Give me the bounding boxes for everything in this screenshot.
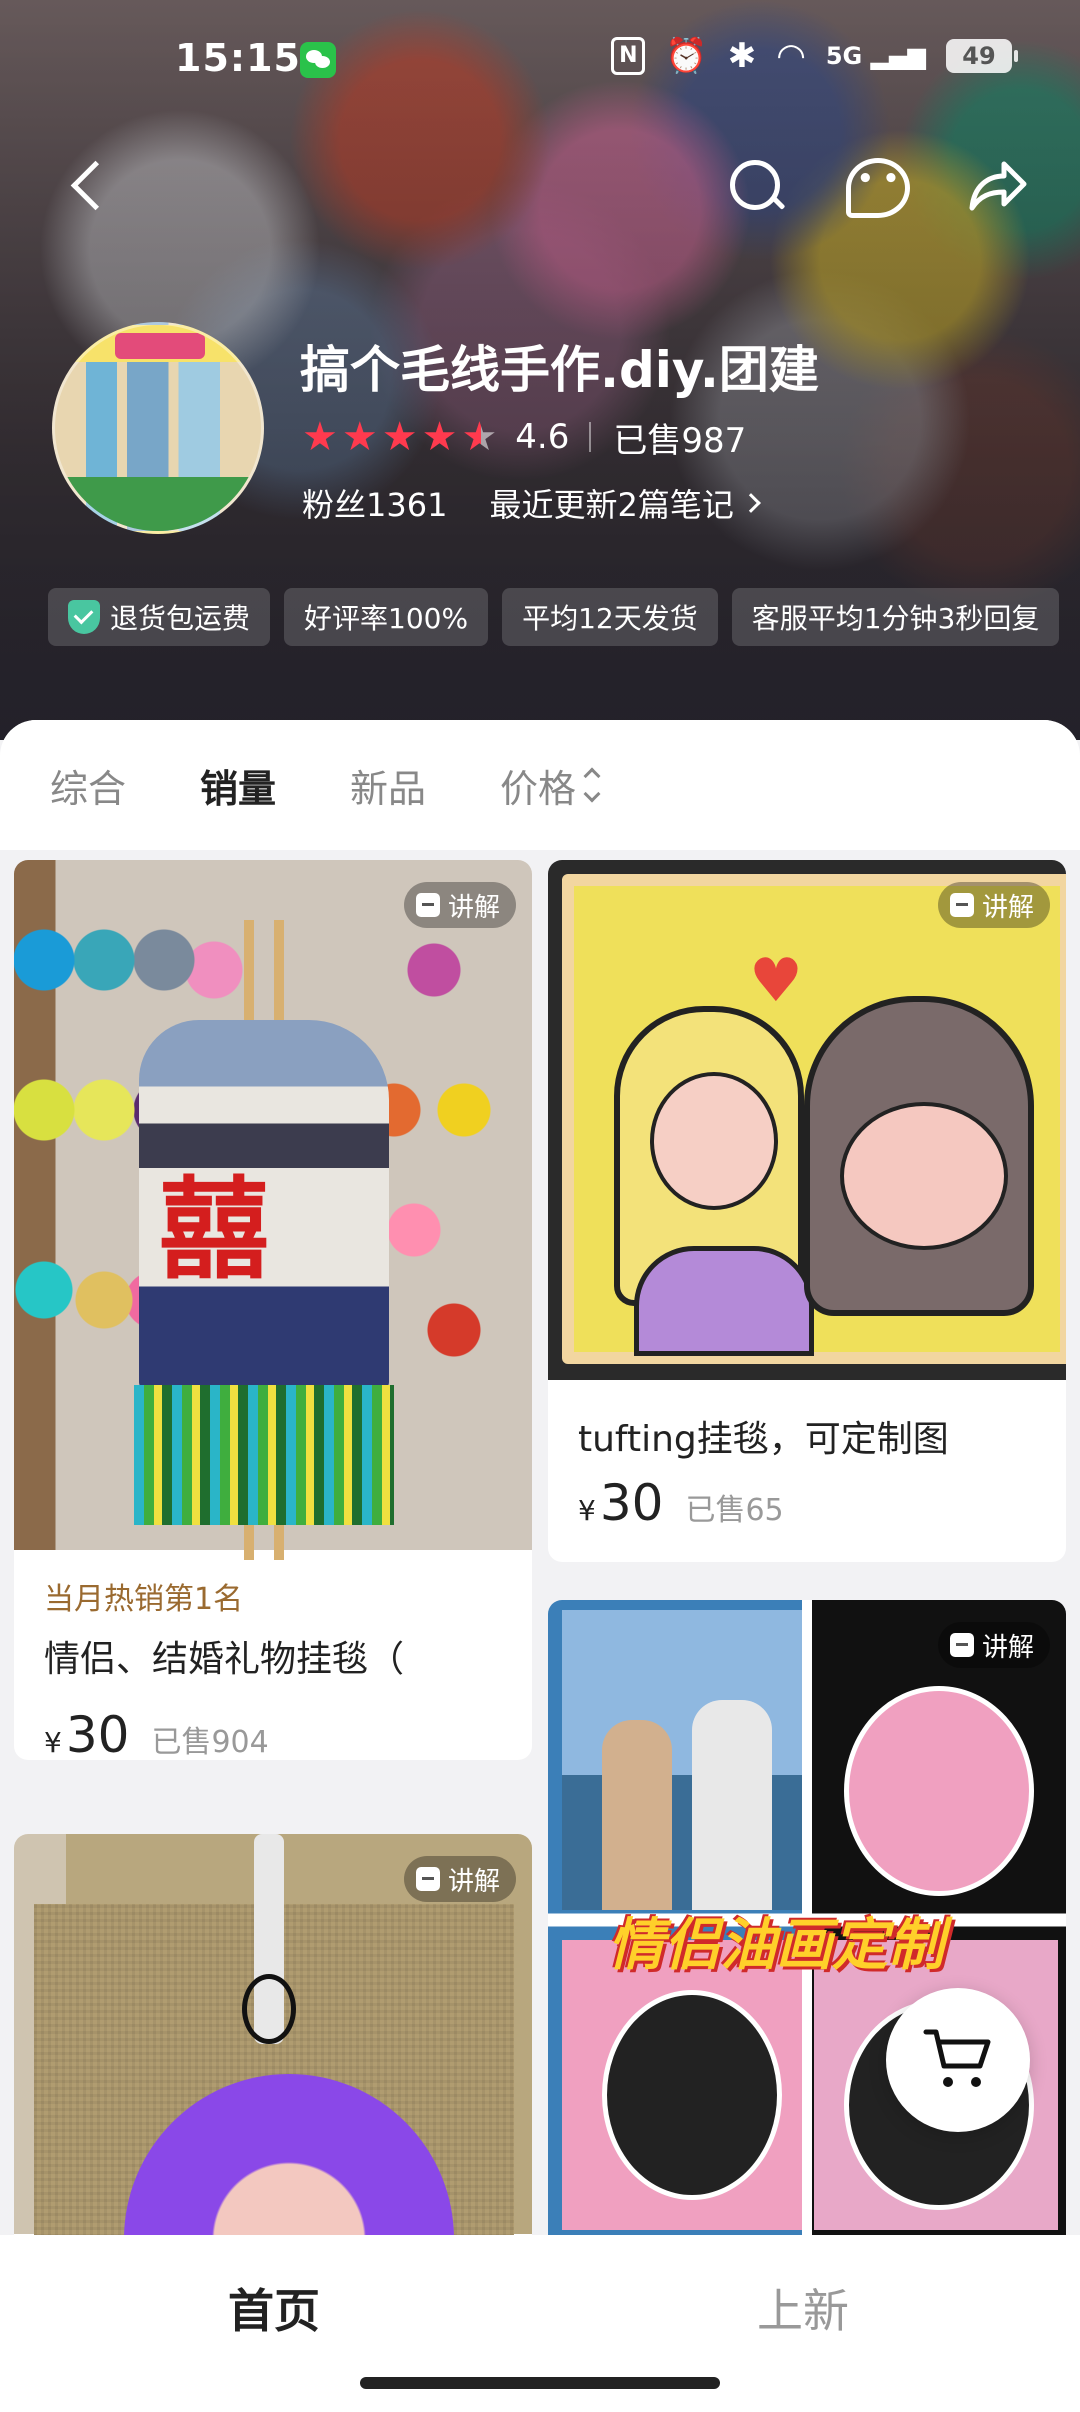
half-star-icon: ★ — [461, 414, 498, 460]
sort-tab-overall[interactable]: 综合 — [50, 758, 126, 813]
hot-sale-tag: 当月热销第1名 — [44, 1582, 244, 1617]
explain-badge-label: 讲解 — [447, 1866, 500, 1897]
rug-graphic: 囍 — [139, 1020, 389, 1390]
chevron-right-icon — [740, 493, 761, 513]
currency-symbol: ¥ — [44, 1726, 62, 1759]
sort-bar: 综合 销量 新品 价格 — [0, 720, 1080, 850]
sort-tab-new[interactable]: 新品 — [350, 758, 426, 813]
service-tag-positive-rate[interactable]: 好评率100% — [284, 588, 489, 646]
sort-tab-price-label: 价格 — [500, 766, 577, 811]
cart-button[interactable] — [886, 1988, 1030, 2132]
currency-symbol: ¥ — [578, 1494, 596, 1527]
service-tags: 退货包运费 好评率100% 平均12天发货 客服平均1分钟3秒回复 — [48, 588, 1060, 646]
explain-badge: 讲解 — [937, 882, 1050, 928]
explain-badge-label: 讲解 — [981, 892, 1034, 923]
product-card[interactable]: ♥ 讲解 tufting挂毯，可定制图 ¥ 30 已售65 — [548, 860, 1066, 1562]
service-tag-label: 平均12天发货 — [522, 602, 698, 635]
product-card[interactable]: 讲解 — [14, 1834, 532, 2235]
notes-link-label: 最近更新2篇笔记 — [489, 486, 734, 524]
product-sold-count: 已售65 — [685, 1493, 784, 1528]
wifi-icon: ◠ — [776, 36, 806, 76]
nav-new-arrivals[interactable]: 上新 — [757, 2275, 849, 2341]
bottom-nav: 首页 上新 — [0, 2235, 1080, 2412]
service-tag-label: 客服平均1分钟3秒回复 — [751, 602, 1040, 635]
product-card[interactable]: 囍 讲解 当月热销第1名 情侣、结婚礼物挂毯（ ¥ 30 已售904 — [14, 860, 532, 1760]
fans-row: 粉丝1361 最近更新2篇笔记 — [302, 480, 761, 526]
portrait-graphic — [814, 1646, 1058, 1910]
shop-header: 15:15 N ⏰ ✱ ◠ 5G ▂▄▆ 49 搞个毛线手作.diy.团建 ★ … — [0, 0, 1080, 740]
star-icon: ★ — [302, 414, 338, 460]
explain-badge: 讲解 — [403, 882, 516, 928]
notes-link[interactable]: 最近更新2篇笔记 — [489, 480, 761, 526]
product-image: 囍 讲解 — [14, 860, 532, 1560]
portrait-graphic — [562, 1940, 802, 2230]
battery-icon: 49 — [946, 39, 1018, 73]
rating-stars: ★ ★ ★ ★ ★ — [302, 415, 497, 459]
signal-icon: 5G ▂▄▆ — [825, 42, 926, 70]
star-icon: ★ — [421, 414, 458, 460]
bluetooth-icon: ✱ — [727, 36, 757, 76]
alarm-icon: ⏰ — [665, 36, 708, 76]
product-card[interactable]: 情侣油画定制 讲解 — [548, 1600, 1066, 2235]
shield-check-icon — [68, 600, 100, 634]
explain-badge: 讲解 — [937, 1622, 1050, 1668]
fringe-graphic — [134, 1385, 394, 1525]
product-image: 讲解 — [14, 1834, 532, 2235]
wechat-notification-icon — [300, 42, 336, 78]
share-icon[interactable] — [960, 150, 1030, 220]
fans-count: 粉丝1361 — [302, 486, 448, 524]
status-icons: N ⏰ ✱ ◠ 5G ▂▄▆ 49 — [611, 36, 1018, 76]
heart-graphic: ♥ — [749, 946, 803, 1016]
list-icon — [949, 893, 974, 917]
rating-score: 4.6 — [515, 417, 570, 457]
figure-graphic — [804, 996, 1034, 1316]
sort-direction-icon — [583, 767, 601, 803]
price-row: ¥ 30 已售904 — [44, 1706, 269, 1760]
star-icon: ★ — [381, 414, 418, 460]
rug-graphic: ♥ — [562, 874, 1066, 1364]
nfc-icon: N — [611, 37, 646, 75]
shop-sold-count: 已售987 — [613, 420, 747, 461]
list-icon — [415, 1867, 440, 1891]
search-icon[interactable] — [720, 150, 790, 220]
service-tag-label: 退货包运费 — [110, 602, 251, 635]
service-tag-reply-time[interactable]: 客服平均1分钟3秒回复 — [731, 588, 1060, 646]
figure-graphic — [634, 1246, 814, 1356]
shop-avatar[interactable] — [52, 322, 264, 534]
list-icon — [949, 1633, 974, 1657]
nav-home[interactable]: 首页 — [228, 2275, 320, 2341]
sort-tab-price[interactable]: 价格 — [500, 758, 601, 813]
network-type: 5G — [825, 42, 863, 70]
status-time: 15:15 — [175, 36, 301, 80]
divider — [589, 422, 592, 452]
home-indicator[interactable] — [360, 2377, 720, 2389]
photo-graphic — [562, 1610, 802, 1910]
price-row: ¥ 30 已售65 — [578, 1474, 784, 1532]
back-icon[interactable] — [60, 150, 120, 220]
product-title: tufting挂毯，可定制图 — [578, 1419, 949, 1460]
product-title: 情侣、结婚礼物挂毯（ — [44, 1639, 405, 1680]
status-bar: 15:15 N ⏰ ✱ ◠ 5G ▂▄▆ 49 — [0, 0, 1080, 120]
sort-tab-sales[interactable]: 销量 — [200, 758, 276, 813]
explain-badge-label: 讲解 — [981, 1632, 1034, 1663]
explain-badge: 讲解 — [403, 1856, 516, 1902]
customer-service-icon[interactable] — [840, 150, 910, 220]
list-icon — [415, 893, 440, 917]
product-image: ♥ 讲解 — [548, 860, 1066, 1380]
product-price: 30 — [65, 1706, 130, 1760]
service-tag-return-shipping[interactable]: 退货包运费 — [48, 588, 271, 646]
service-tag-ship-time[interactable]: 平均12天发货 — [502, 588, 718, 646]
ring-graphic — [242, 1974, 296, 2044]
product-price: 30 — [599, 1474, 664, 1532]
image-banner-text: 情侣油画定制 — [608, 1913, 944, 1978]
product-sold-count: 已售904 — [151, 1725, 269, 1760]
rating-row: ★ ★ ★ ★ ★ 4.6 已售987 — [302, 412, 746, 462]
shop-name: 搞个毛线手作.diy.团建 — [300, 341, 819, 399]
service-tag-label: 好评率100% — [304, 602, 469, 635]
product-image: 情侣油画定制 讲解 — [548, 1600, 1066, 2235]
star-icon: ★ — [341, 414, 378, 460]
cart-icon — [923, 2029, 991, 2087]
explain-badge-label: 讲解 — [447, 892, 500, 923]
